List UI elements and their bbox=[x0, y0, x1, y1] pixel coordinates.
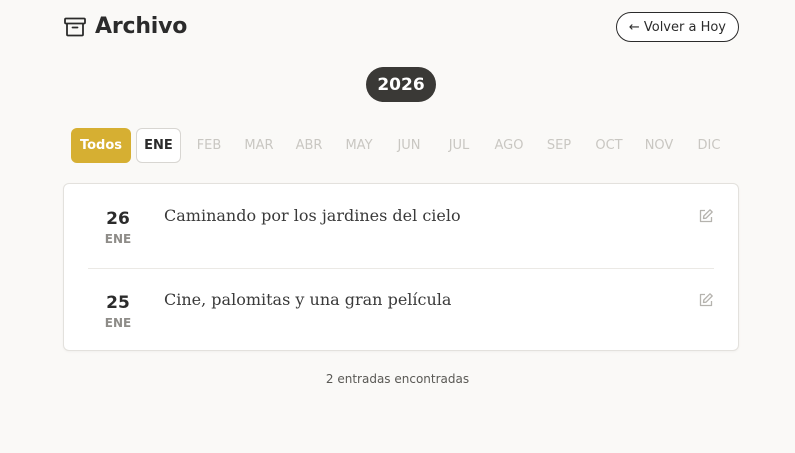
month-jul: JUL bbox=[448, 138, 470, 153]
month-oct: OCT bbox=[595, 138, 623, 153]
entry-month: ENE bbox=[104, 316, 132, 330]
month-aug: AGO bbox=[494, 138, 524, 153]
month-jun: JUN bbox=[397, 138, 421, 153]
month-may: MAY bbox=[345, 138, 373, 153]
filter-all-button[interactable]: Todos bbox=[71, 128, 131, 163]
month-sep: SEP bbox=[546, 138, 572, 153]
month-mar: MAR bbox=[244, 138, 274, 153]
title-group: Archivo bbox=[63, 14, 187, 39]
entry-title[interactable]: Cine, palomitas y una gran película bbox=[164, 290, 451, 309]
month-dec: DIC bbox=[697, 138, 721, 153]
back-to-today-button[interactable]: ← Volver a Hoy bbox=[615, 12, 739, 42]
entry-day: 26 bbox=[106, 209, 130, 229]
entry-month: ENE bbox=[104, 232, 132, 246]
year-selector[interactable]: 2026 bbox=[366, 67, 436, 102]
edit-icon[interactable] bbox=[698, 208, 714, 224]
entry-title[interactable]: Caminando por los jardines del cielo bbox=[164, 206, 461, 225]
list-item[interactable]: 26 ENE Caminando por los jardines del ci… bbox=[88, 184, 714, 269]
entries-list: 26 ENE Caminando por los jardines del ci… bbox=[63, 183, 739, 351]
page-title: Archivo bbox=[95, 14, 188, 39]
entry-day: 25 bbox=[106, 293, 130, 313]
archive-page: Archivo ← Volver a Hoy 2026 Todos ENE FE… bbox=[0, 0, 795, 453]
header: Archivo ← Volver a Hoy bbox=[63, 12, 739, 44]
list-item[interactable]: 25 ENE Cine, palomitas y una gran pelícu… bbox=[88, 268, 714, 352]
month-jan-button[interactable]: ENE bbox=[136, 128, 181, 163]
month-filter-bar: Todos ENE FEB MAR ABR MAY JUN JUL AGO SE… bbox=[71, 128, 734, 163]
month-nov: NOV bbox=[644, 138, 674, 153]
entries-count: 2 entradas encontradas bbox=[325, 372, 470, 386]
month-apr: ABR bbox=[295, 138, 323, 153]
edit-icon[interactable] bbox=[698, 292, 714, 308]
archive-box-icon bbox=[63, 15, 87, 39]
month-feb: FEB bbox=[196, 138, 222, 153]
